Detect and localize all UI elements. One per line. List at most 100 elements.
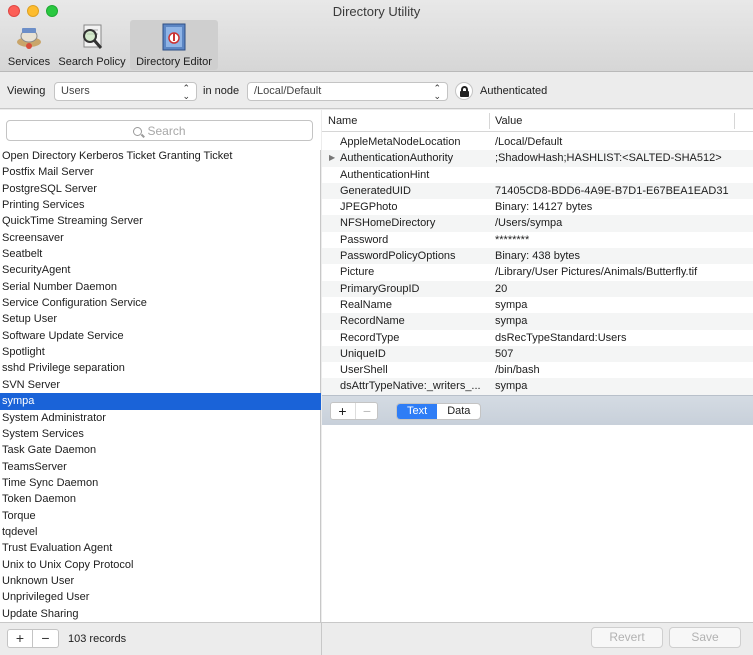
text-tab[interactable]: Text (397, 404, 438, 419)
column-header-name[interactable]: Name (328, 115, 357, 127)
attribute-row[interactable]: ▶ AuthenticationAuthority ;ShadowHash;HASH… (322, 150, 753, 167)
toolbar-services-button[interactable]: Services (4, 20, 54, 70)
record-list-item[interactable]: Seatbelt (0, 246, 321, 262)
record-list-item[interactable]: System Administrator (0, 410, 321, 426)
attribute-value[interactable]: 71405CD8-BDD6-4A9E-B7D1-E67BEA1EAD31 (495, 183, 750, 199)
record-list-item[interactable]: Time Sync Daemon (0, 475, 321, 491)
record-list-item[interactable]: Software Update Service (0, 328, 321, 344)
attribute-value[interactable]: 507 (495, 346, 750, 362)
attribute-row[interactable]: AuthenticationHint (322, 167, 753, 183)
attribute-value[interactable]: sympa (495, 313, 750, 329)
record-list-item[interactable]: Unprivileged User (0, 589, 321, 605)
search-placeholder: Search (147, 124, 186, 138)
disclosure-triangle-icon[interactable]: ▶ (329, 150, 335, 166)
attribute-value[interactable]: Binary: 14127 bytes (495, 199, 750, 215)
remove-record-button[interactable]: − (33, 629, 59, 648)
record-list-item[interactable]: Update Sharing (0, 606, 321, 622)
attribute-row[interactable]: Picture/Library/User Pictures/Animals/Bu… (322, 264, 753, 280)
record-list-item[interactable]: Unix to Unix Copy Protocol (0, 557, 321, 573)
attribute-row[interactable]: UniqueID 507 (322, 345, 753, 363)
attribute-name: AuthenticationAuthority (340, 152, 454, 165)
attributes-table-header: Name Value (322, 110, 753, 132)
record-list-item[interactable]: System Services (0, 426, 321, 442)
attribute-name: JPEGPhoto (340, 201, 398, 214)
attribute-value[interactable]: 20 (495, 281, 750, 297)
attribute-name: UniqueID (340, 347, 386, 360)
toolbar-search-policy-label: Search Policy (58, 56, 126, 68)
attribute-row[interactable]: dsAttrTypeNative:_writers_... sympa (322, 378, 753, 395)
attribute-value[interactable]: dsRecTypeStandard:Users (495, 330, 750, 346)
record-type-value: Users (61, 85, 90, 97)
record-list-item[interactable]: Trust Evaluation Agent (0, 540, 321, 556)
directory-editor-icon (158, 22, 190, 52)
record-list-item[interactable]: Printing Services (0, 197, 321, 213)
attribute-value[interactable]: /Local/Default (495, 134, 750, 150)
attribute-row[interactable]: PasswordPolicyOptions Binary: 438 bytes (322, 248, 753, 265)
record-list-item[interactable]: Unknown User (0, 573, 321, 589)
record-list-item[interactable]: PostgreSQL Server (0, 181, 321, 197)
search-policy-icon (76, 22, 108, 52)
record-list-item[interactable]: sshd Privilege separation (0, 360, 321, 376)
records-list: Open Directory Kerberos Ticket Granting … (0, 148, 321, 622)
attribute-value[interactable]: /Library/User Pictures/Animals/Butterfly… (495, 264, 750, 280)
popup-arrows-icon: ⌃ ⌄ (182, 83, 190, 101)
record-type-popup[interactable]: Users ⌃ ⌄ (54, 82, 197, 101)
record-list-item[interactable]: Service Configuration Service (0, 295, 321, 311)
toolbar-directory-editor-label: Directory Editor (136, 56, 212, 68)
attribute-name: dsAttrTypeNative:_writers_... (340, 380, 481, 393)
record-list-item[interactable]: Open Directory Kerberos Ticket Granting … (0, 148, 321, 164)
attribute-row[interactable]: GeneratedUID 71405CD8-BDD6-4A9E-B7D1-E67B… (322, 182, 753, 200)
search-input[interactable]: Search (6, 120, 313, 141)
attribute-name: RealName (340, 298, 392, 311)
record-list-item[interactable]: Token Daemon (0, 491, 321, 507)
attribute-row[interactable]: RealName sympa (322, 297, 753, 313)
save-button[interactable]: Save (669, 627, 741, 648)
attribute-row[interactable]: AppleMetaNodeLocation/Local/Default (322, 134, 753, 150)
attribute-row[interactable]: PrimaryGroupID 20 (322, 280, 753, 297)
attribute-name: PrimaryGroupID (340, 282, 420, 295)
record-list-item[interactable]: tqdevel (0, 524, 321, 540)
attribute-value[interactable]: Binary: 438 bytes (495, 248, 750, 264)
record-list-item[interactable]: Task Gate Daemon (0, 442, 321, 458)
column-header-value[interactable]: Value (495, 115, 522, 127)
attribute-row[interactable]: JPEGPhoto Binary: 14127 bytes (322, 199, 753, 215)
data-tab[interactable]: Data (437, 404, 480, 419)
add-attribute-button[interactable]: + (331, 403, 354, 419)
add-record-button[interactable]: + (7, 629, 33, 648)
attribute-row[interactable]: RecordType dsRecTypeStandard:Users (322, 330, 753, 346)
attribute-value[interactable]: /Users/sympa (495, 215, 750, 231)
record-list-item[interactable]: Serial Number Daemon (0, 279, 321, 295)
attribute-row[interactable]: Password ******** (322, 232, 753, 248)
record-list-item[interactable]: QuickTime Streaming Server (0, 213, 321, 229)
attributes-table: AppleMetaNodeLocation/Local/Default ▶ Auth… (322, 134, 753, 395)
toolbar-directory-editor-button[interactable]: Directory Editor (130, 20, 218, 70)
record-list-item[interactable]: Setup User (0, 311, 321, 327)
record-list-item[interactable]: SVN Server (0, 377, 321, 393)
record-list-item[interactable]: SecurityAgent (0, 262, 321, 278)
attribute-name: Picture (340, 266, 375, 279)
revert-button[interactable]: Revert (591, 627, 663, 648)
record-list-item[interactable]: Spotlight (0, 344, 321, 360)
record-list-item[interactable]: Postfix Mail Server (0, 164, 321, 180)
toolbar-search-policy-button[interactable]: Search Policy (56, 20, 128, 70)
record-list-item[interactable]: TeamsServer (0, 459, 321, 475)
record-list-item[interactable]: Torque (0, 508, 321, 524)
attribute-row[interactable]: NFSHomeDirectory/Users/sympa (322, 215, 753, 232)
attribute-row[interactable]: RecordName sympa (322, 313, 753, 330)
window-title: Directory Utility (332, 4, 421, 19)
attribute-name: Password (340, 233, 389, 246)
attribute-name: AppleMetaNodeLocation (340, 136, 461, 148)
attribute-value[interactable]: sympa (495, 378, 750, 394)
record-list-item[interactable]: sympa (0, 393, 321, 410)
attribute-value[interactable]: ;ShadowHash;HASHLIST:<SALTED-SHA512> (495, 150, 750, 166)
node-popup[interactable]: /Local/Default ⌃ ⌄ (247, 82, 448, 101)
remove-attribute-button[interactable]: − (355, 403, 378, 419)
attribute-value[interactable]: /bin/bash (495, 362, 750, 378)
lock-icon[interactable] (455, 82, 473, 100)
attributes-pane: Name Value AppleMetaNodeLocation/Local/D… (322, 110, 753, 622)
record-list-item[interactable]: Screensaver (0, 230, 321, 246)
attribute-row[interactable]: UserShell/bin/bash (322, 362, 753, 378)
records-footer: + − 103 records (0, 622, 322, 655)
attribute-value[interactable]: sympa (495, 297, 750, 313)
attribute-value[interactable]: ******** (495, 232, 750, 248)
